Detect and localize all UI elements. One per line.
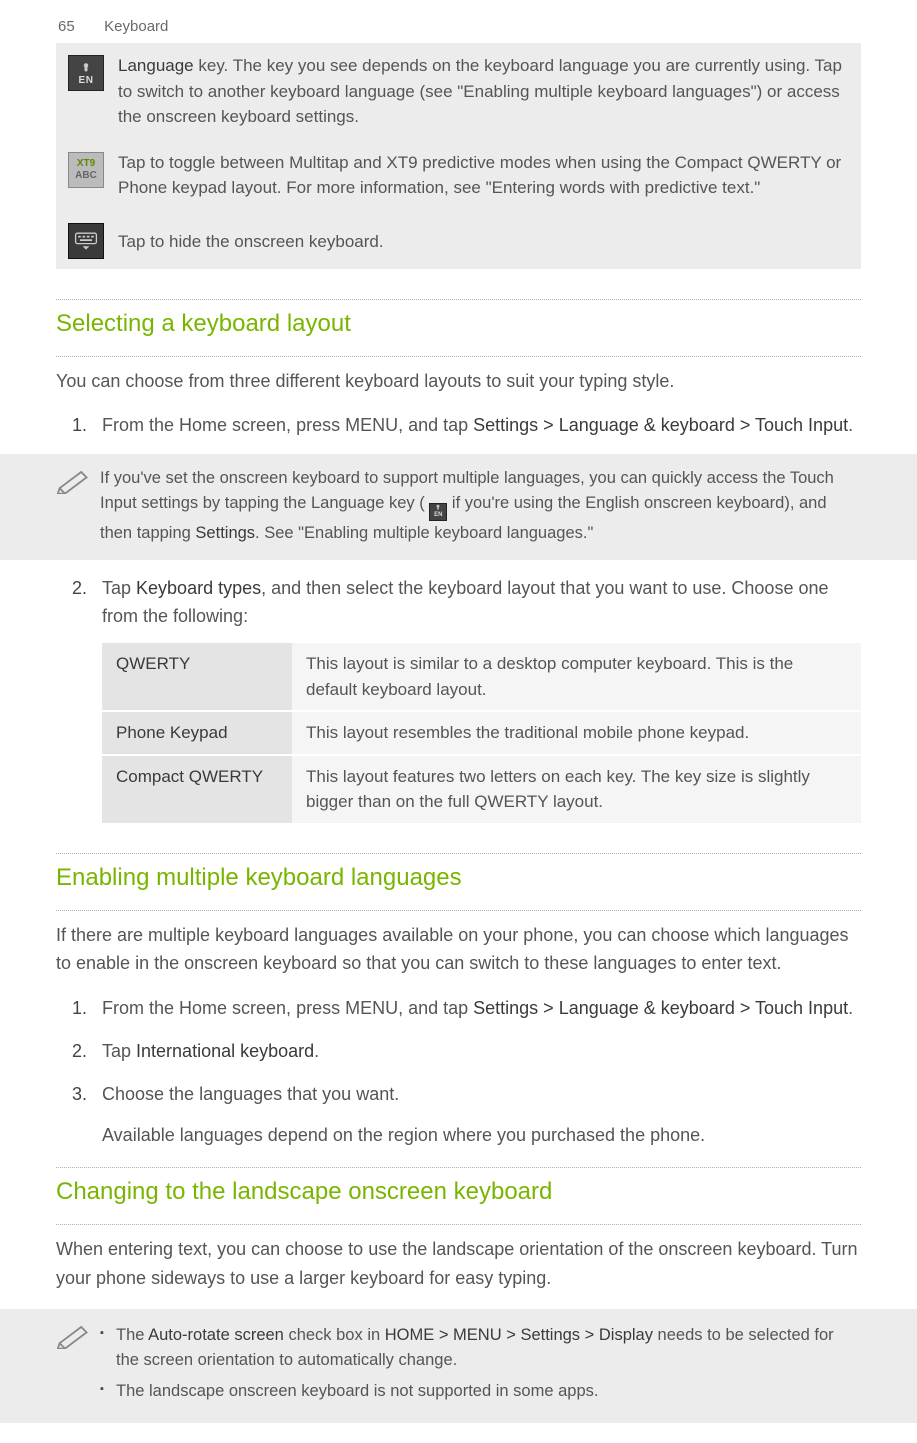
steps-list: 1. From the Home screen, press MENU, and…	[56, 411, 861, 440]
key-description: Tap to hide the onscreen keyboard.	[118, 221, 384, 255]
key-descriptions-table: EN Language key. The key you see depends…	[56, 43, 861, 269]
layout-desc: This layout resembles the traditional mo…	[292, 711, 861, 755]
heading-selecting-layout: Selecting a keyboard layout	[56, 310, 861, 338]
steps-list: 1. From the Home screen, press MENU, and…	[56, 994, 861, 1149]
key-description: Tap to toggle between Multitap and XT9 p…	[118, 150, 849, 201]
language-key-name: Language	[118, 56, 194, 75]
step-number: 1.	[72, 411, 87, 440]
steps-list: 2. Tap Keyboard types, and then select t…	[56, 574, 861, 823]
list-item: The landscape onscreen keyboard is not s…	[100, 1379, 861, 1404]
note-box: If you've set the onscreen keyboard to s…	[0, 454, 917, 560]
layout-label: Compact QWERTY	[102, 755, 292, 823]
list-item: 2. Tap International keyboard.	[102, 1037, 861, 1066]
step-number: 2.	[72, 574, 87, 603]
section-heading-wrap: Changing to the landscape onscreen keybo…	[56, 1167, 861, 1225]
xt9-label-bottom: ABC	[75, 171, 97, 181]
table-row: Tap to hide the onscreen keyboard.	[56, 211, 861, 269]
xt9-key-icon: XT9 ABC	[68, 152, 104, 188]
list-item: 1. From the Home screen, press MENU, and…	[102, 994, 861, 1023]
language-key-icon: EN	[429, 503, 447, 521]
keyboard-layouts-table: QWERTY This layout is similar to a deskt…	[102, 643, 861, 823]
section-heading-wrap: Selecting a keyboard layout	[56, 299, 861, 357]
note-box: The Auto-rotate screen check box in HOME…	[0, 1309, 917, 1423]
key-description: Language key. The key you see depends on…	[118, 53, 849, 130]
page-header: 65 Keyboard	[0, 0, 917, 43]
note-text: The Auto-rotate screen check box in HOME…	[100, 1321, 861, 1409]
xt9-label-top: XT9	[77, 159, 95, 169]
section-intro: When entering text, you can choose to us…	[56, 1235, 861, 1293]
table-row: Compact QWERTY This layout features two …	[102, 755, 861, 823]
layout-label: Phone Keypad	[102, 711, 292, 755]
step-note: Available languages depend on the region…	[102, 1121, 861, 1150]
step-number: 1.	[72, 994, 87, 1023]
heading-landscape-keyboard: Changing to the landscape onscreen keybo…	[56, 1178, 861, 1206]
table-row: QWERTY This layout is similar to a deskt…	[102, 643, 861, 711]
pencil-icon	[56, 468, 96, 546]
table-row: XT9 ABC Tap to toggle between Multitap a…	[56, 140, 861, 211]
language-key-label: EN	[79, 75, 94, 86]
layout-desc: This layout is similar to a desktop comp…	[292, 643, 861, 711]
note-bullet-list: The Auto-rotate screen check box in HOME…	[100, 1323, 861, 1403]
language-key-icon: EN	[68, 55, 104, 91]
list-item: 1. From the Home screen, press MENU, and…	[102, 411, 861, 440]
page-number: 65	[58, 18, 92, 35]
section-intro: You can choose from three different keyb…	[56, 367, 861, 396]
layout-desc: This layout features two letters on each…	[292, 755, 861, 823]
layout-label: QWERTY	[102, 643, 292, 711]
step-number: 2.	[72, 1037, 87, 1066]
list-item: 3. Choose the languages that you want. A…	[102, 1080, 861, 1150]
list-item: The Auto-rotate screen check box in HOME…	[100, 1323, 861, 1373]
hide-keyboard-icon	[68, 223, 104, 259]
note-text: If you've set the onscreen keyboard to s…	[100, 466, 861, 546]
step-number: 3.	[72, 1080, 87, 1109]
heading-multiple-languages: Enabling multiple keyboard languages	[56, 864, 861, 892]
section-heading-wrap: Enabling multiple keyboard languages	[56, 853, 861, 911]
table-row: EN Language key. The key you see depends…	[56, 43, 861, 140]
list-item: 2. Tap Keyboard types, and then select t…	[102, 574, 861, 823]
section-intro: If there are multiple keyboard languages…	[56, 921, 861, 979]
table-row: Phone Keypad This layout resembles the t…	[102, 711, 861, 755]
pencil-icon	[56, 1323, 96, 1409]
header-section-title: Keyboard	[104, 18, 168, 35]
